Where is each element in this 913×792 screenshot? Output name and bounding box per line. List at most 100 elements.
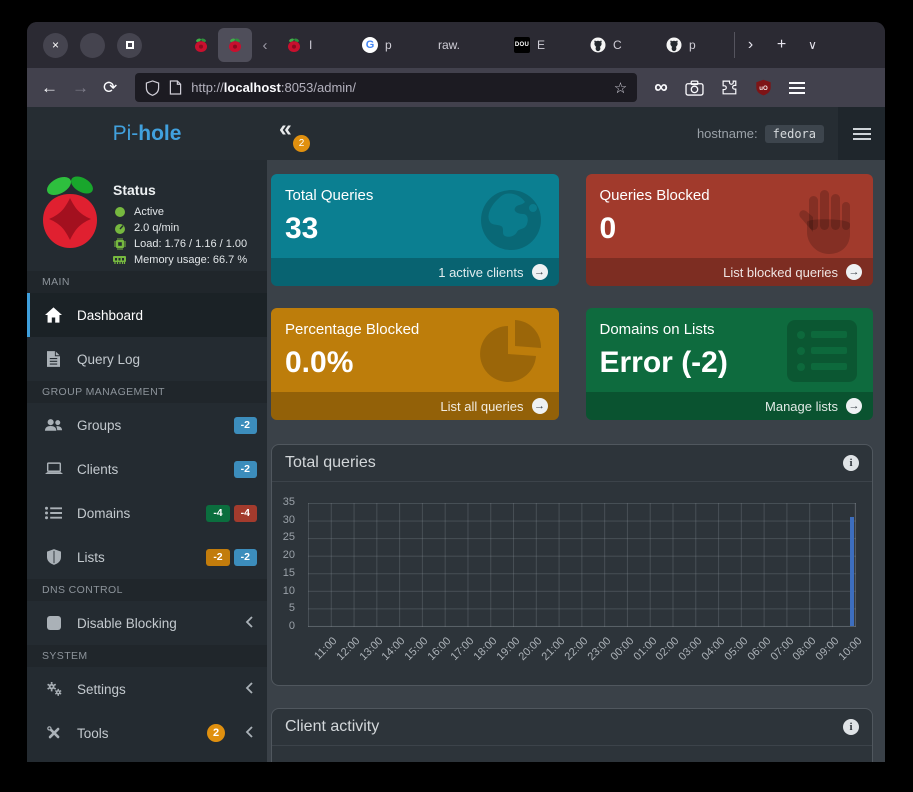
status-load: Load: 1.76 / 1.16 / 1.00: [113, 236, 247, 252]
tab-github-1[interactable]: C: [582, 28, 658, 62]
minimize-window-icon[interactable]: [80, 33, 105, 58]
sidebar-collapse-icon[interactable]: «: [279, 115, 292, 142]
card-value: Error (-2): [586, 338, 874, 380]
pihole-favicon-icon: [193, 37, 209, 53]
tab-label: C: [613, 38, 622, 52]
url-text[interactable]: http://localhost:8053/admin/: [191, 80, 356, 95]
arrow-right-circle-icon: →: [846, 264, 862, 280]
sidebar-item-disable-blocking[interactable]: Disable Blocking: [27, 601, 267, 645]
tools-icon: [44, 725, 63, 741]
gauge-icon: [113, 223, 126, 234]
ublock-origin-icon[interactable]: uO: [755, 79, 772, 96]
tracking-shield-icon[interactable]: [145, 80, 160, 96]
update-count-badge: 2: [293, 135, 310, 152]
card-footer-link[interactable]: List blocked queries →: [586, 258, 874, 286]
tab-label: E: [537, 38, 545, 52]
scroll-tabs-left-icon[interactable]: ‹: [252, 37, 278, 54]
window-controls: ×: [43, 33, 142, 58]
svg-text:uO: uO: [759, 85, 768, 92]
tab-google[interactable]: G p: [354, 28, 430, 62]
chevron-left-icon: [245, 682, 253, 697]
pihole-logo[interactable]: Pi-hole: [27, 122, 267, 146]
forward-icon[interactable]: →: [72, 78, 89, 98]
reload-icon[interactable]: ⟳: [103, 78, 117, 98]
summary-cards: Total Queries 33 1 active clients → Quer…: [271, 174, 873, 420]
panel-header: Total queries i: [272, 445, 872, 482]
extension-icons: ∞ uO: [654, 78, 820, 97]
tab-dou[interactable]: DOU E: [506, 28, 582, 62]
sidebar-item-domains[interactable]: Domains -4 -4: [27, 491, 267, 535]
users-icon: [44, 418, 63, 432]
section-group-management: GROUP MANAGEMENT: [27, 381, 267, 403]
container-infinity-icon[interactable]: ∞: [654, 78, 668, 97]
card-footer-link[interactable]: 1 active clients →: [271, 258, 559, 286]
file-icon: [44, 351, 63, 367]
lists-enabled-badge: -2: [206, 549, 229, 566]
sidebar-item-lists[interactable]: Lists -2 -2: [27, 535, 267, 579]
cpu-icon: [113, 238, 126, 250]
tab-raw[interactable]: raw.: [430, 28, 506, 62]
card-title: Percentage Blocked: [271, 308, 559, 338]
panel-title: Client activity: [285, 718, 379, 736]
tab-pihole-pinned[interactable]: [184, 28, 218, 62]
card-title: Total Queries: [271, 174, 559, 204]
scroll-tabs-right-icon[interactable]: ›: [735, 36, 766, 54]
domains-allow-badge: -4: [206, 505, 229, 522]
tab-label: I: [309, 38, 312, 52]
browser-menu-icon[interactable]: [789, 82, 805, 94]
sidebar-item-dashboard[interactable]: Dashboard: [27, 293, 267, 337]
control-sidebar-toggle[interactable]: [838, 107, 885, 160]
github-favicon-icon: [590, 37, 606, 53]
tab-github-2[interactable]: p: [658, 28, 734, 62]
hamburger-icon: [853, 125, 871, 143]
laptop-icon: [44, 462, 63, 476]
groups-count-badge: -2: [234, 417, 257, 434]
dou-favicon-icon: DOU: [514, 37, 530, 53]
card-domains-on-lists: Domains on Lists Error (-2) Manage lists…: [586, 308, 874, 420]
bookmark-star-icon[interactable]: ☆: [614, 79, 627, 97]
page-info-icon[interactable]: [169, 80, 182, 95]
total-queries-chart: 05101520253035 11:0012:0013:0014:0015:00…: [272, 482, 872, 686]
chevron-left-icon: [245, 726, 253, 741]
tab-pihole-active[interactable]: [218, 28, 252, 62]
total-queries-plot[interactable]: [308, 503, 856, 627]
info-icon[interactable]: i: [843, 455, 859, 471]
sidebar-item-settings[interactable]: Settings: [27, 667, 267, 711]
maximize-window-icon[interactable]: [117, 33, 142, 58]
close-window-icon[interactable]: ×: [43, 33, 68, 58]
new-tab-icon[interactable]: +: [766, 36, 797, 54]
arrow-right-circle-icon: →: [532, 264, 548, 280]
shield-icon: [44, 549, 63, 565]
screenshot-camera-icon[interactable]: [685, 80, 704, 96]
status-active: Active: [113, 204, 247, 220]
google-favicon-icon: G: [362, 37, 378, 53]
raspberry-logo-icon: [37, 172, 103, 258]
card-footer-link[interactable]: Manage lists →: [586, 392, 874, 420]
tab-pihole-install[interactable]: I: [278, 28, 354, 62]
chevron-left-icon: [245, 616, 253, 631]
sidebar-item-groups[interactable]: Groups -2: [27, 403, 267, 447]
tab-label: p: [689, 38, 696, 52]
client-activity-panel: Client activity i: [271, 708, 873, 762]
card-queries-blocked: Queries Blocked 0 List blocked queries →: [586, 174, 874, 286]
info-icon[interactable]: i: [843, 719, 859, 735]
list-all-tabs-icon[interactable]: ∨: [797, 38, 828, 52]
sidebar-item-tools[interactable]: Tools 2: [27, 711, 267, 755]
url-bar[interactable]: http://localhost:8053/admin/ ☆: [135, 73, 637, 102]
pihole-favicon-icon: [286, 37, 302, 53]
home-icon: [44, 307, 63, 323]
card-title: Queries Blocked: [586, 174, 874, 204]
card-footer-link[interactable]: List all queries →: [271, 392, 559, 420]
brand-status: Status Active 2.0 q/min Load: 1.76 / 1.1…: [27, 160, 267, 271]
lists-total-badge: -2: [234, 549, 257, 566]
sidebar-item-query-log[interactable]: Query Log: [27, 337, 267, 381]
back-icon[interactable]: ←: [41, 78, 58, 98]
query-bar: [850, 517, 854, 626]
section-dns-control: DNS CONTROL: [27, 579, 267, 601]
section-main: MAIN: [27, 271, 267, 293]
card-percentage-blocked: Percentage Blocked 0.0% List all queries…: [271, 308, 559, 420]
extensions-puzzle-icon[interactable]: [721, 79, 738, 96]
status-dot-icon: [113, 207, 126, 217]
header-middle: « 2 hostname: fedora: [267, 107, 838, 160]
sidebar-item-clients[interactable]: Clients -2: [27, 447, 267, 491]
